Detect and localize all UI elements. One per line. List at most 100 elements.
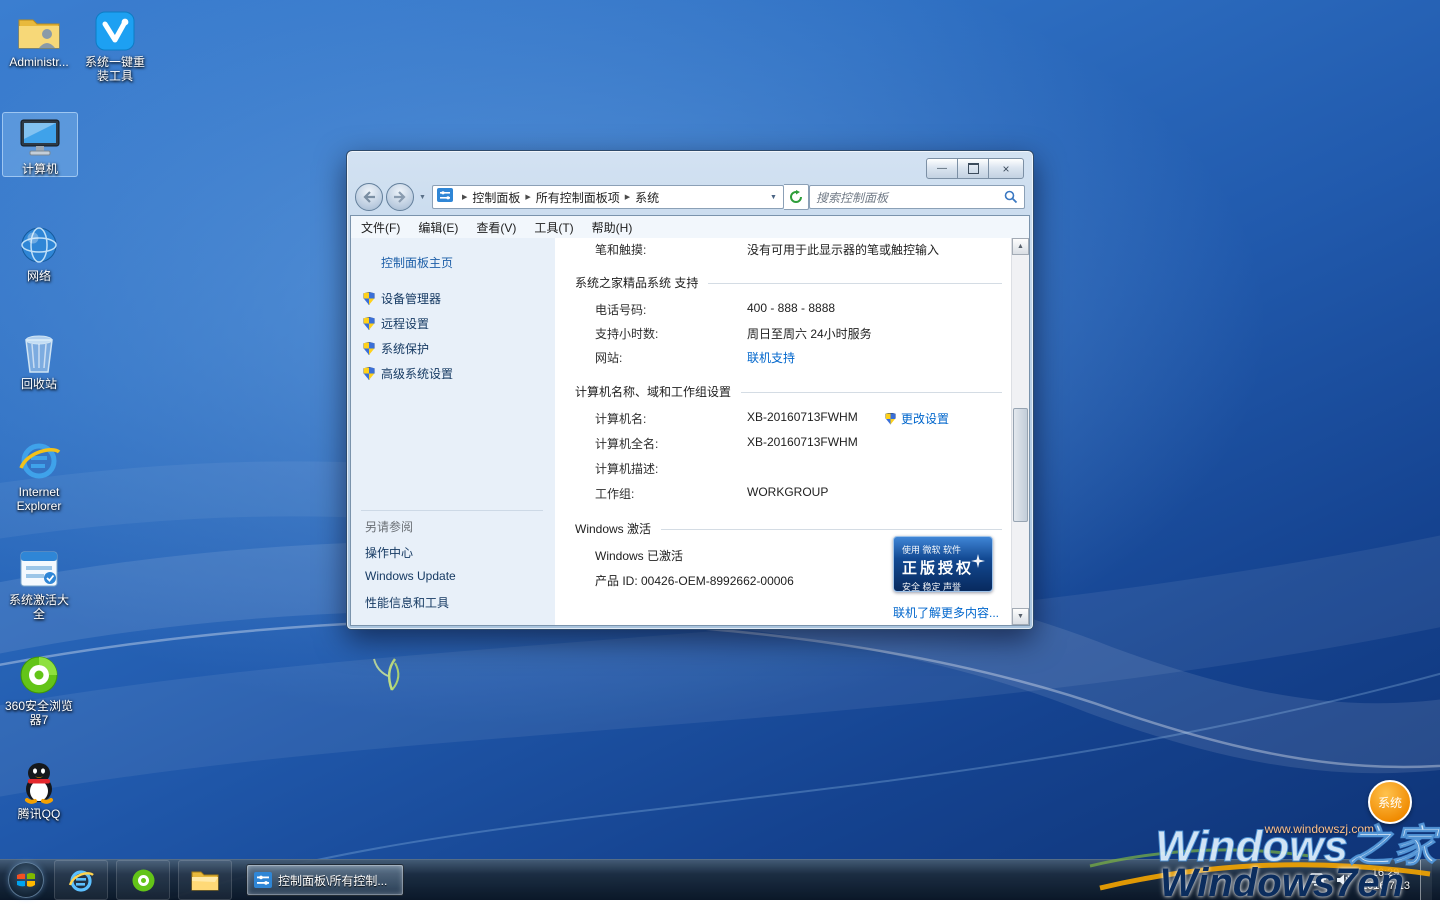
sidebar-item-control-panel-home[interactable]: 控制面板主页 [381, 254, 453, 271]
taskbar-360-browser-button[interactable] [116, 860, 170, 900]
activation-status: Windows 已激活 [595, 547, 683, 564]
scroll-down-button[interactable]: ▼ [1012, 608, 1029, 625]
search-icon [1004, 190, 1018, 204]
system-info-panel: 笔和触摸: 没有可用于此显示器的笔或触控输入 系统之家精品系统 支持 电话号码:… [555, 238, 1012, 625]
window-body: 控制面板主页 设备管理器 远程设置 系统保护 [351, 238, 1029, 625]
network-globe-icon [16, 220, 62, 266]
system-control-panel-window: — × ▼ ▶ 控制面板 [346, 150, 1034, 630]
internet-explorer-icon [68, 867, 94, 893]
control-panel-icon [437, 188, 453, 207]
menu-view[interactable]: 查看(V) [476, 219, 516, 236]
menu-tools[interactable]: 工具(T) [534, 219, 573, 236]
sidebar-item-action-center[interactable]: 操作中心 [365, 544, 413, 561]
minimize-button[interactable]: — [926, 158, 958, 179]
menu-file[interactable]: 文件(F) [361, 219, 400, 236]
icon-label: 回收站 [2, 377, 76, 391]
desktop-icon-qq[interactable]: 腾讯QQ [2, 758, 76, 821]
clock-date: 2016/7/13 [1361, 880, 1410, 893]
sidebar-divider [361, 510, 543, 511]
desktop-icon-360-browser[interactable]: 360安全浏览 器7 [2, 650, 76, 727]
taskbar: 控制面板\所有控制... ▲ 16:29 2016/7/13 [0, 859, 1440, 900]
scrollbar-thumb[interactable] [1013, 408, 1028, 522]
show-desktop-button[interactable] [1420, 860, 1432, 900]
search-input[interactable]: 搜索控制面板 [809, 185, 1025, 209]
network-tray-icon[interactable] [1310, 873, 1326, 887]
uac-shield-icon [885, 413, 896, 425]
refresh-button[interactable] [784, 184, 809, 210]
icon-label: 360安全浏览 器7 [2, 699, 76, 727]
desktop-icon-reinstall-tool[interactable]: 系统一键重 装工具 [78, 6, 152, 83]
360-browser-icon [131, 868, 156, 893]
taskbar-active-task-control-panel[interactable]: 控制面板\所有控制... [246, 864, 404, 896]
tray-expand-icon[interactable]: ▲ [1291, 875, 1300, 885]
address-bar[interactable]: ▶ 控制面板 ▶ 所有控制面板项 ▶ 系统 ▼ [432, 185, 784, 209]
desktop-icon-computer[interactable]: 计算机 [2, 112, 78, 177]
change-settings-link[interactable]: 更改设置 [885, 410, 949, 427]
maximize-button[interactable] [957, 158, 989, 179]
folder-icon [191, 868, 219, 892]
desktop-icon-internet-explorer[interactable]: Internet Explorer [2, 436, 76, 513]
breadcrumb-separator[interactable]: ▶ [520, 193, 535, 201]
icon-label: Administr... [2, 55, 76, 69]
sidebar-item-device-manager[interactable]: 设备管理器 [363, 290, 441, 307]
vertical-scrollbar[interactable]: ▲ ▼ [1011, 238, 1029, 625]
icon-label: 系统一键重 装工具 [78, 55, 152, 83]
breadcrumb-separator[interactable]: ▶ [620, 193, 635, 201]
online-support-link[interactable]: 联机支持 [747, 349, 795, 366]
genuine-microsoft-badge[interactable]: 使用 微软 软件 正版授权 安全 稳定 声誉 [893, 536, 993, 592]
desktop-wallpaper: Administr... 系统一键重 装工具 计算机 [0, 0, 1440, 900]
sidebar-item-advanced-settings[interactable]: 高级系统设置 [363, 365, 453, 382]
task-label: 控制面板\所有控制... [278, 872, 387, 889]
uac-shield-icon [363, 342, 375, 355]
breadcrumb-all-items[interactable]: 所有控制面板项 [536, 189, 620, 206]
breadcrumb-system[interactable]: 系统 [635, 189, 659, 206]
taskbar-ie-button[interactable] [54, 860, 108, 900]
watermark-url: www.windowszj.com [1265, 822, 1374, 836]
recycle-bin-icon [16, 328, 62, 374]
taskbar-explorer-button[interactable] [178, 860, 232, 900]
volume-tray-icon[interactable] [1336, 873, 1351, 887]
clock-time: 16:29 [1361, 867, 1410, 880]
desktop-icon-activation-collection[interactable]: 系统激活大 全 [2, 544, 76, 621]
learn-more-link[interactable]: 联机了解更多内容... [893, 604, 999, 621]
desktop-icon-recycle-bin[interactable]: 回收站 [2, 328, 76, 391]
taskbar-clock[interactable]: 16:29 2016/7/13 [1361, 867, 1410, 893]
sidebar-item-system-protection[interactable]: 系统保护 [363, 340, 429, 357]
phone-row: 电话号码: 400 - 888 - 8888 [555, 301, 1012, 317]
menu-help[interactable]: 帮助(H) [592, 219, 633, 236]
pen-touch-row: 笔和触摸: 没有可用于此显示器的笔或触控输入 [555, 241, 1012, 257]
icon-label: 系统激活大 全 [2, 593, 76, 621]
recent-pages-dropdown[interactable]: ▼ [419, 194, 426, 201]
sidebar-item-remote-settings[interactable]: 远程设置 [363, 315, 429, 332]
sidebar-item-performance-tools[interactable]: 性能信息和工具 [365, 594, 449, 611]
breadcrumb-separator[interactable]: ▶ [457, 193, 472, 201]
windows-activation-section-heading: Windows 激活 [575, 520, 1002, 537]
uac-shield-icon [363, 367, 375, 380]
sprout-graphic [374, 659, 398, 690]
see-also-heading: 另请参阅 [365, 518, 413, 535]
uac-shield-icon [363, 317, 375, 330]
icon-label: 腾讯QQ [2, 807, 76, 821]
maximize-glyph [968, 163, 979, 174]
address-dropdown-icon[interactable]: ▼ [764, 194, 783, 201]
back-button[interactable] [355, 183, 383, 211]
start-button[interactable] [8, 862, 44, 898]
desktop-icon-network[interactable]: 网络 [2, 220, 76, 283]
window-controls: — × [927, 158, 1024, 179]
desktop-icon-administrator[interactable]: Administr... [2, 6, 76, 69]
menu-edit[interactable]: 编辑(E) [418, 219, 458, 236]
navigation-bar: ▼ ▶ 控制面板 ▶ 所有控制面板项 ▶ 系统 ▼ [347, 179, 1033, 215]
close-button[interactable]: × [988, 158, 1024, 179]
computer-name-section-heading: 计算机名称、域和工作组设置 [575, 383, 1002, 400]
computer-description-row: 计算机描述: [555, 460, 1012, 476]
sidebar-item-windows-update[interactable]: Windows Update [365, 569, 456, 583]
user-folder-icon [16, 6, 62, 52]
menu-bar: 文件(F) 编辑(E) 查看(V) 工具(T) 帮助(H) [351, 216, 1029, 239]
forward-button[interactable] [386, 183, 414, 211]
breadcrumb-control-panel[interactable]: 控制面板 [472, 189, 520, 206]
workgroup-row: 工作组: WORKGROUP [555, 485, 1012, 501]
sidebar: 控制面板主页 设备管理器 远程设置 系统保护 [351, 238, 556, 625]
icon-label: 网络 [2, 269, 76, 283]
scroll-up-button[interactable]: ▲ [1012, 238, 1029, 255]
computer-fullname-row: 计算机全名: XB-20160713FWHM [555, 435, 1012, 451]
